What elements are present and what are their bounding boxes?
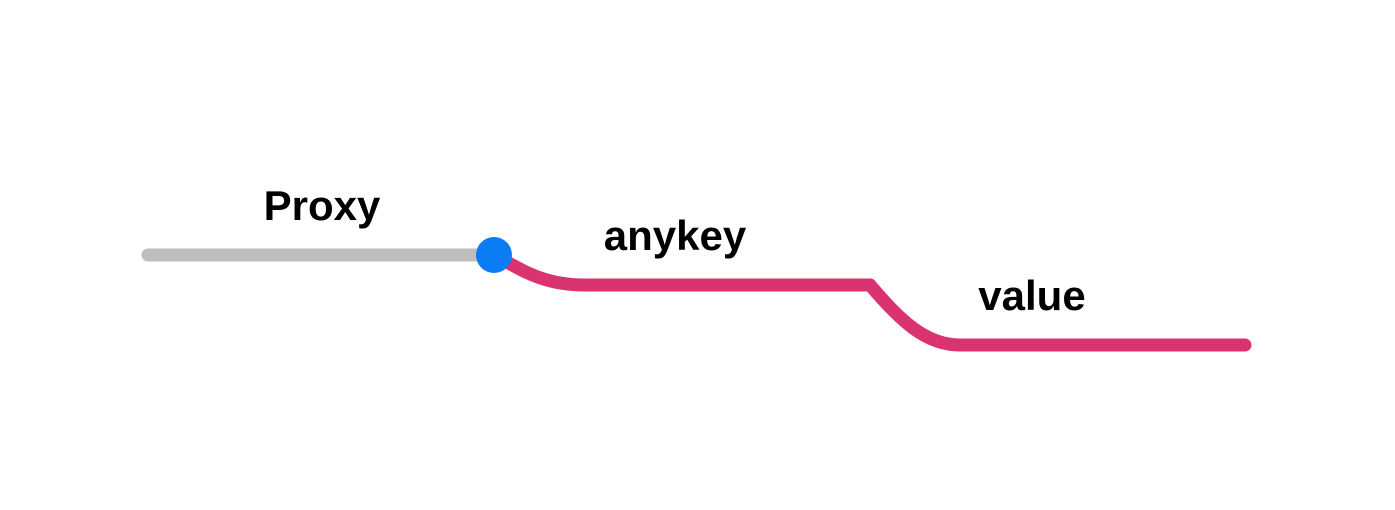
proxy-path-diagram: Proxy anykey value [141, 182, 1252, 352]
proxy-node [476, 237, 512, 273]
anykey-label: anykey [604, 212, 747, 259]
value-label: value [978, 272, 1085, 319]
proxy-label: Proxy [264, 182, 381, 229]
anykey-path-segment [487, 248, 877, 292]
